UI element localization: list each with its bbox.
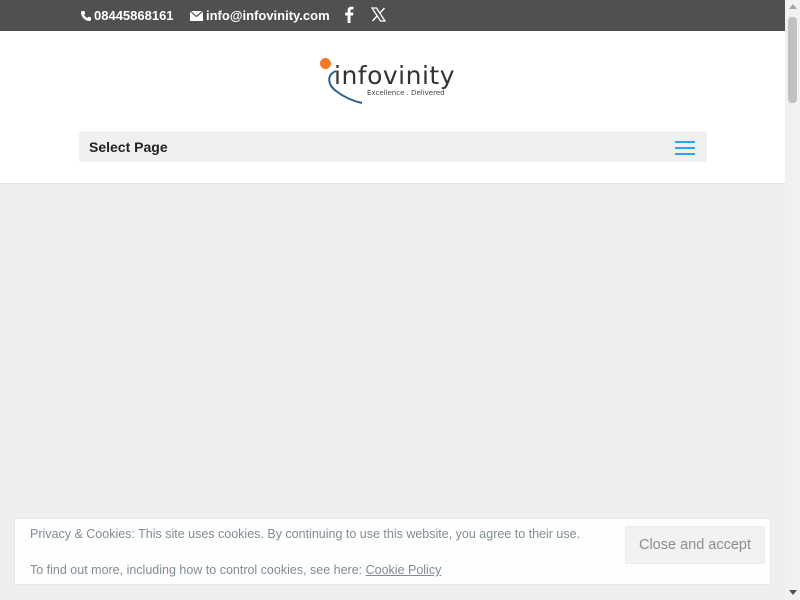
cookie-info-prefix: To find out more, including how to contr… [30,563,366,577]
cookie-info-text: To find out more, including how to contr… [30,563,441,577]
cookie-notice-text: Privacy & Cookies: This site uses cookie… [30,527,581,541]
site-header: infovinity Excellence . Delivered Select… [0,31,785,184]
phone-icon [81,10,91,21]
phone-link[interactable]: 08445868161 [80,8,174,23]
page: 08445868161 info@infovinity.com infovini… [0,0,785,600]
mail-icon [190,10,203,21]
phone-number: 08445868161 [94,8,174,23]
email-address: info@infovinity.com [206,8,330,23]
scrollbar-thumb[interactable] [788,17,797,103]
close-and-accept-button[interactable]: Close and accept [625,526,765,564]
logo-text: infovinity [334,61,456,90]
scroll-up-arrow-icon[interactable] [789,4,797,9]
scrollbar[interactable] [785,0,800,600]
logo-tagline: Excellence . Delivered [367,89,445,97]
cookie-policy-link[interactable]: Cookie Policy [366,563,442,577]
mobile-menu-select[interactable]: Select Page [79,131,707,162]
select-page-label: Select Page [89,139,168,155]
x-icon[interactable] [371,7,386,22]
facebook-icon[interactable] [342,6,356,23]
email-link[interactable]: info@infovinity.com [190,8,330,23]
top-bar: 08445868161 info@infovinity.com [0,0,785,31]
cookie-banner: Privacy & Cookies: This site uses cookie… [14,518,771,585]
scroll-down-arrow-icon[interactable] [789,590,797,595]
hamburger-menu-icon[interactable] [675,141,695,155]
